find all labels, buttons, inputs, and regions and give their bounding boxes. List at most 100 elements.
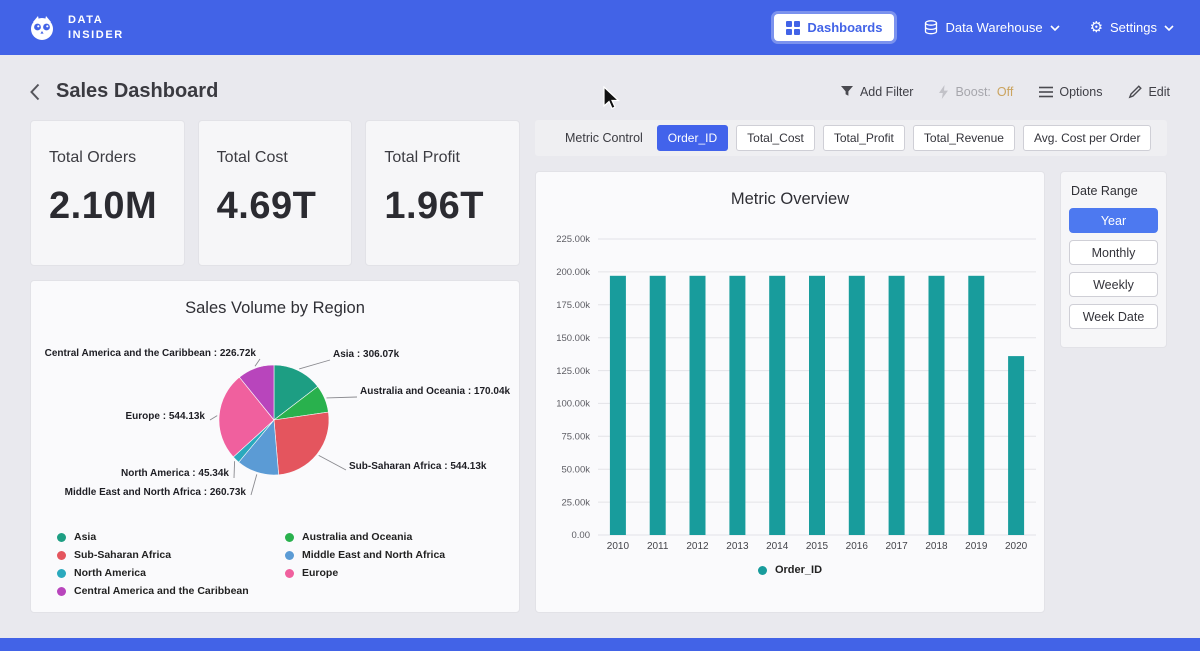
pie-legend-item-europe[interactable]: Europe [285, 567, 445, 579]
bar-2020[interactable] [1008, 356, 1024, 535]
kpi-label: Total Profit [384, 149, 501, 167]
dashboards-grid-icon [786, 21, 800, 35]
bar-2012[interactable] [690, 276, 706, 535]
page-title: Sales Dashboard [56, 80, 218, 103]
x-tick-label: 2011 [647, 541, 669, 552]
date-range-button-weekly[interactable]: Weekly [1069, 272, 1158, 297]
brand-line1: DATA [68, 13, 124, 27]
data-warehouse-menu[interactable]: Data Warehouse [924, 20, 1059, 35]
legend-label: Central America and the Caribbean [74, 585, 249, 597]
pie-callout-europe: Europe : 544.13k [126, 411, 205, 422]
pie-legend-item-sub-saharan-africa[interactable]: Sub-Saharan Africa [57, 549, 285, 561]
left-column: Total Orders 2.10M Total Cost 4.69T Tota… [30, 120, 520, 613]
bar-legend-label: Order_ID [775, 564, 822, 576]
metric-button-total-revenue[interactable]: Total_Revenue [913, 125, 1015, 151]
y-tick-label: 125.00k [556, 366, 590, 377]
bar-2019[interactable] [968, 276, 984, 535]
pie-legend-column: Australia and Oceania Middle East and Nor… [285, 531, 445, 597]
date-range-button-week-date[interactable]: Week Date [1069, 304, 1158, 329]
bar-2016[interactable] [849, 276, 865, 535]
x-tick-label: 2017 [885, 541, 908, 552]
add-filter-button[interactable]: Add Filter [840, 85, 914, 99]
gear-icon: ⚙ [1090, 20, 1103, 35]
database-icon [924, 20, 938, 35]
header-actions: Add Filter Boost: Off Options Edit [840, 85, 1170, 99]
pie-slice-sub-saharan-africa[interactable] [274, 412, 329, 475]
right-column: Metric Control Order_IDTotal_CostTotal_P… [535, 120, 1167, 613]
top-navbar: DATA INSIDER Dashboards Data Warehouse [0, 0, 1200, 55]
legend-label: Australia and Oceania [302, 531, 412, 543]
pie-callout-line [210, 416, 217, 420]
bar-2014[interactable] [769, 276, 785, 535]
metric-button-avg-cost-per-order[interactable]: Avg. Cost per Order [1023, 125, 1152, 151]
bar-2013[interactable] [729, 276, 745, 535]
kpi-value: 1.96T [384, 185, 501, 228]
pie-legend-item-australia-and-oceania[interactable]: Australia and Oceania [285, 531, 445, 543]
chevron-down-icon [1050, 25, 1060, 31]
pie-chart-area: Asia : 306.07kAustralia and Oceania : 17… [31, 320, 519, 525]
metric-control-buttons: Order_ID Total_Cost Total_Profit Total_Reve… [657, 125, 1152, 151]
dashboards-label: Dashboards [807, 20, 882, 35]
bar-2017[interactable] [889, 276, 905, 535]
brand-logo[interactable]: DATA INSIDER [26, 12, 124, 44]
x-tick-label: 2015 [806, 541, 829, 552]
legend-label: Asia [74, 531, 96, 543]
main-content: Total Orders 2.10M Total Cost 4.69T Tota… [0, 120, 1200, 613]
pencil-icon [1128, 85, 1142, 99]
x-tick-label: 2019 [965, 541, 988, 552]
metric-overview-card: Metric Overview 0.0025.00k50.00k75.00k10… [535, 171, 1045, 613]
kpi-value: 4.69T [217, 185, 334, 228]
legend-dot [285, 533, 294, 542]
legend-dot [285, 569, 294, 578]
chevron-down-icon [1164, 25, 1174, 31]
bar-2010[interactable] [610, 276, 626, 535]
y-tick-label: 175.00k [556, 300, 590, 311]
pie-legend-item-north-america[interactable]: North America [57, 567, 285, 579]
bar-legend-dot [758, 566, 767, 575]
pie-callout-north-america: North America : 45.34k [121, 468, 229, 479]
pie-callout-line [319, 455, 346, 470]
metric-button-total-cost[interactable]: Total_Cost [736, 125, 815, 151]
options-button[interactable]: Options [1039, 85, 1102, 99]
x-tick-label: 2020 [1005, 541, 1028, 552]
date-range-button-year[interactable]: Year [1069, 208, 1158, 233]
lightning-icon [939, 85, 949, 99]
legend-label: Sub-Saharan Africa [74, 549, 171, 561]
kpi-card-total-cost: Total Cost 4.69T [198, 120, 353, 266]
dashboards-button[interactable]: Dashboards [774, 14, 894, 41]
pie-legend-item-asia[interactable]: Asia [57, 531, 285, 543]
edit-label: Edit [1148, 85, 1170, 99]
options-label: Options [1059, 85, 1102, 99]
date-range-button-monthly[interactable]: Monthly [1069, 240, 1158, 265]
charts-row: Metric Overview 0.0025.00k50.00k75.00k10… [535, 171, 1167, 613]
bar-2018[interactable] [929, 276, 945, 535]
metric-button-total-profit[interactable]: Total_Profit [823, 125, 905, 151]
page-header: Sales Dashboard Add Filter Boost: Off Op… [0, 55, 1200, 120]
filter-funnel-icon [840, 86, 854, 98]
x-tick-label: 2010 [607, 541, 630, 552]
pie-callout-line [251, 474, 257, 495]
kpi-row: Total Orders 2.10M Total Cost 4.69T Tota… [30, 120, 520, 266]
y-tick-label: 25.00k [561, 497, 590, 508]
pie-callout-middle-east-and-north-africa: Middle East and North Africa : 260.73k [65, 487, 246, 498]
legend-dot [57, 551, 66, 560]
add-filter-label: Add Filter [860, 85, 914, 99]
pie-legend-item-middle-east-and-north-africa[interactable]: Middle East and North Africa [285, 549, 445, 561]
kpi-card-total-profit: Total Profit 1.96T [365, 120, 520, 266]
back-button[interactable] [30, 83, 40, 101]
date-range-label: Date Range [1071, 184, 1158, 198]
bar-legend-item[interactable]: Order_ID [536, 564, 1044, 576]
y-tick-label: 150.00k [556, 333, 590, 344]
boost-toggle[interactable]: Boost: Off [939, 85, 1013, 99]
y-tick-label: 0.00 [572, 530, 591, 541]
x-tick-label: 2012 [686, 541, 709, 552]
list-icon [1039, 86, 1053, 98]
edit-button[interactable]: Edit [1128, 85, 1170, 99]
settings-menu[interactable]: ⚙ Settings [1090, 20, 1174, 35]
bar-2011[interactable] [650, 276, 666, 535]
pie-legend-item-central-america-and-the-caribbean[interactable]: Central America and the Caribbean [57, 585, 285, 597]
metric-button-order-id[interactable]: Order_ID [657, 125, 728, 151]
kpi-card-total-orders: Total Orders 2.10M [30, 120, 185, 266]
bar-2015[interactable] [809, 276, 825, 535]
pie-callout-line [299, 360, 330, 369]
